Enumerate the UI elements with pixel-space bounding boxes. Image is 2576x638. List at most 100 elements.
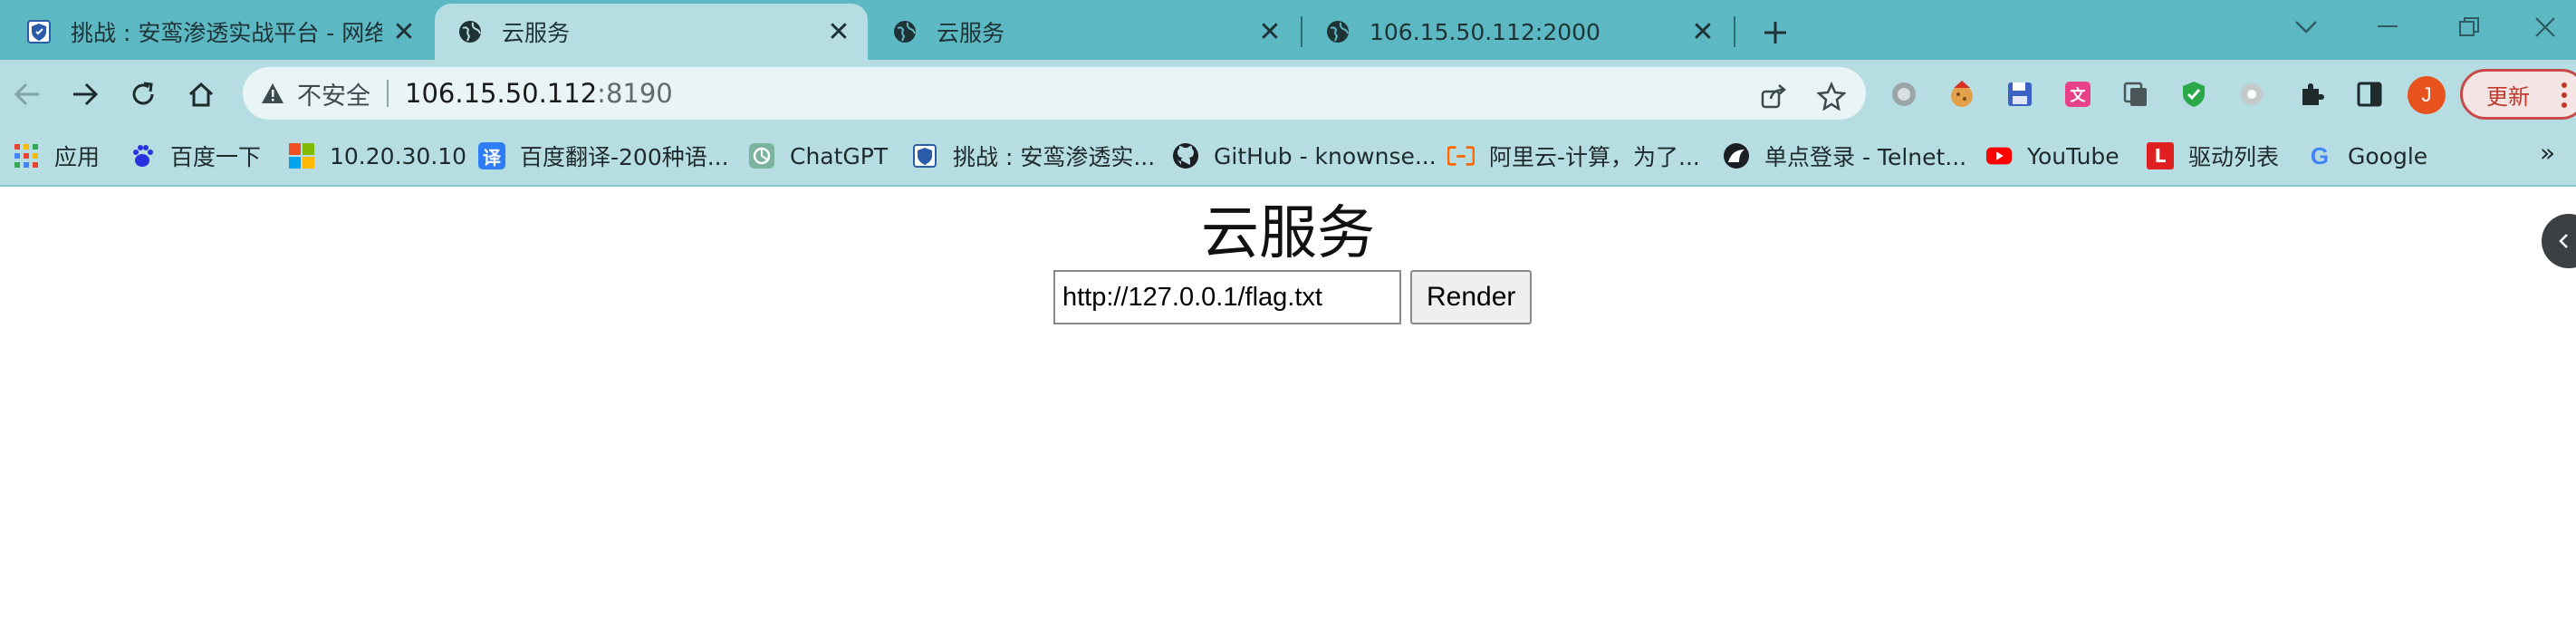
warning-triangle-icon[interactable] — [259, 80, 286, 107]
bookmark-youtube[interactable]: YouTube — [1985, 136, 2119, 176]
bookmark-google[interactable]: G Google — [2306, 136, 2427, 176]
forward-button[interactable] — [63, 72, 107, 116]
telnet-icon — [1723, 142, 1750, 169]
omnibox-divider — [387, 80, 389, 107]
tab-search-button[interactable] — [2270, 5, 2342, 49]
url-input[interactable] — [1053, 270, 1401, 324]
close-tab-icon[interactable]: ✕ — [1257, 16, 1283, 48]
globe-icon — [1324, 18, 1351, 45]
bookmark-label: 百度翻译-200种语... — [520, 144, 729, 170]
bookmark-baidu[interactable]: 百度一下 — [129, 136, 261, 176]
close-tab-icon[interactable]: ✕ — [391, 16, 417, 48]
tab-title: 云服务 — [502, 20, 571, 46]
extensions-puzzle-icon[interactable] — [2295, 78, 2328, 111]
bookmark-label: 驱动列表 — [2188, 144, 2280, 170]
bookmark-baidu-translate[interactable]: 译 百度翻译-200种语... — [478, 136, 729, 176]
globe-icon — [457, 18, 484, 45]
reload-button[interactable] — [121, 72, 165, 116]
bookmark-10-20-30-10[interactable]: 10.20.30.10 — [288, 136, 466, 176]
close-tab-icon[interactable]: ✕ — [826, 16, 851, 48]
bookmark-star-button[interactable] — [1815, 80, 1848, 112]
translate-icon: 译 — [478, 142, 505, 169]
chevron-left-icon — [2559, 234, 2568, 248]
share-icon — [1761, 84, 1786, 109]
tab-ip-2000[interactable]: 106.15.50.112:2000 ✕ — [1302, 4, 1732, 60]
url-host: 106.15.50.112 — [405, 78, 598, 109]
back-button[interactable] — [5, 72, 49, 116]
bookmark-telnet[interactable]: 单点登录 - Telnet... — [1723, 136, 1966, 176]
tab-title: 云服务 — [937, 20, 1005, 46]
chatgpt-icon — [748, 142, 775, 169]
close-window-button[interactable] — [2514, 5, 2576, 49]
github-icon — [1172, 142, 1199, 169]
svg-text:文: 文 — [2071, 86, 2087, 105]
url-port: :8190 — [597, 78, 673, 109]
minimize-icon — [2378, 25, 2398, 27]
browser-toolbar: 不安全 106.15.50.112:8190 文 J 更新 — [0, 60, 2576, 129]
profile-avatar[interactable]: J — [2408, 76, 2446, 114]
bookmark-label: 阿里云-计算，为了... — [1489, 144, 1700, 170]
side-panel-icon[interactable] — [2353, 78, 2386, 111]
tab-separator — [1734, 16, 1735, 47]
reload-icon — [132, 82, 154, 105]
tab-cloud-service[interactable]: 云服务 ✕ — [870, 4, 1299, 60]
home-button[interactable] — [179, 72, 223, 116]
bookmark-label: Google — [2348, 142, 2428, 169]
page-title: 云服务 — [1201, 200, 1375, 267]
bookmark-label: 单点登录 - Telnet... — [1764, 144, 1967, 170]
bookmark-label: ChatGPT — [790, 142, 889, 169]
plus-icon — [1764, 22, 1786, 44]
bookmark-label: 挑战 : 安鸾渗透实... — [953, 144, 1156, 170]
windows-logo-icon — [288, 142, 315, 169]
driver-list-icon: L — [2147, 142, 2174, 169]
bookmark-label: 应用 — [54, 144, 101, 170]
render-button[interactable]: Render — [1410, 270, 1533, 324]
tab-title: 挑战 : 安鸾渗透实战平台 - 网络安 — [71, 20, 382, 46]
bookmarks-bar: 应用 百度一下 10.20.30.10 译 百度翻译-200种语... Chat… — [0, 129, 2576, 187]
google-icon: G — [2310, 141, 2330, 169]
tab-cloud-service-active[interactable]: 云服务 ✕ — [435, 4, 868, 60]
extension-save-icon[interactable] — [2004, 78, 2036, 111]
shield-favicon-icon — [25, 18, 53, 45]
restore-button[interactable] — [2433, 5, 2505, 49]
share-button[interactable] — [1757, 80, 1790, 112]
more-bookmarks-icon[interactable]: » — [2540, 138, 2555, 168]
bookmark-github[interactable]: GitHub - knownse... — [1172, 136, 1437, 176]
render-form: Render — [1053, 270, 1533, 324]
update-button[interactable]: 更新 — [2460, 69, 2576, 120]
extension-gear-icon[interactable] — [2235, 78, 2268, 111]
bookmark-apps[interactable]: 应用 — [13, 136, 100, 176]
close-tab-icon[interactable]: ✕ — [1690, 16, 1716, 48]
extension-shield-check-icon[interactable] — [2177, 78, 2210, 111]
extension-copy-icon[interactable] — [2119, 78, 2152, 111]
bookmark-chatgpt[interactable]: ChatGPT — [748, 136, 888, 176]
globe-icon — [891, 18, 918, 45]
new-tab-button[interactable] — [1754, 11, 1797, 54]
shield-favicon-icon — [911, 142, 938, 169]
address-bar[interactable]: 不安全 106.15.50.112:8190 — [243, 67, 1866, 120]
chevron-down-icon — [2295, 21, 2317, 34]
arrow-left-icon — [14, 82, 39, 106]
tab-anluan-challenge[interactable]: 挑战 : 安鸾渗透实战平台 - 网络安 ✕ — [4, 4, 433, 60]
security-status-label[interactable]: 不安全 — [297, 76, 370, 111]
bookmark-label: YouTube — [2027, 142, 2119, 169]
baidu-paw-icon — [129, 142, 156, 169]
bookmark-anluan[interactable]: 挑战 : 安鸾渗透实... — [911, 136, 1155, 176]
extension-translate-icon[interactable]: 文 — [2062, 78, 2094, 111]
restore-icon — [2459, 17, 2479, 36]
arrow-right-icon — [73, 82, 99, 106]
extension-cookie-icon[interactable] — [1946, 78, 1978, 111]
page-content: 云服务 Render — [0, 187, 2576, 638]
bookmark-driver-list[interactable]: L 驱动列表 — [2147, 136, 2279, 176]
aliyun-icon — [1447, 142, 1475, 169]
bookmark-aliyun[interactable]: 阿里云-计算，为了... — [1447, 136, 1700, 176]
youtube-icon — [1985, 142, 2013, 169]
star-icon — [1817, 82, 1846, 111]
bookmark-label: 百度一下 — [170, 144, 262, 170]
home-icon — [188, 82, 214, 107]
minimize-button[interactable] — [2351, 5, 2424, 49]
tab-title: 106.15.50.112:2000 — [1370, 18, 1600, 45]
extension-globe-icon[interactable] — [1888, 78, 1920, 111]
tab-strip: 挑战 : 安鸾渗透实战平台 - 网络安 ✕ 云服务 ✕ 云服务 ✕ 106.15… — [0, 0, 2576, 60]
more-menu-icon[interactable] — [2560, 82, 2571, 109]
